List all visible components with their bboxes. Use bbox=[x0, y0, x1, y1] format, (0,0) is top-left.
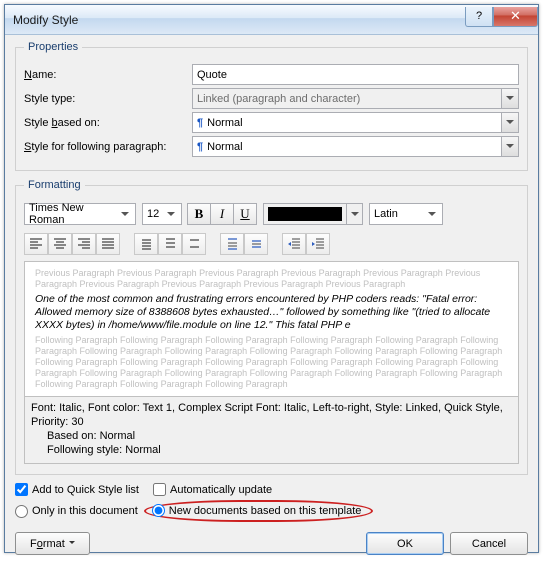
preview-body: One of the most common and frustrating e… bbox=[35, 293, 508, 332]
close-button[interactable]: ✕ bbox=[493, 7, 538, 27]
only-this-document-radio[interactable]: Only in this document bbox=[15, 505, 138, 518]
align-justify-button[interactable] bbox=[96, 233, 120, 255]
space-before-dec-button[interactable] bbox=[244, 233, 268, 255]
chevron-down-icon bbox=[501, 89, 518, 108]
following-label: Style for following paragraph: bbox=[24, 141, 192, 153]
chevron-down-icon[interactable] bbox=[501, 137, 518, 156]
indent-decrease-button[interactable] bbox=[282, 233, 306, 255]
based-on-select[interactable]: ¶Normal bbox=[192, 112, 519, 133]
name-label: Name: bbox=[24, 69, 192, 81]
ok-button[interactable]: OK bbox=[366, 532, 444, 555]
color-swatch bbox=[268, 207, 342, 221]
chevron-down-icon[interactable] bbox=[346, 204, 362, 224]
style-type-select: Linked (paragraph and character) bbox=[192, 88, 519, 109]
format-button[interactable]: Format bbox=[15, 532, 90, 555]
line-spacing-2-button[interactable] bbox=[182, 233, 206, 255]
pilcrow-icon: ¶ bbox=[197, 117, 203, 129]
line-spacing-15-button[interactable] bbox=[158, 233, 182, 255]
chevron-down-icon[interactable] bbox=[425, 209, 438, 220]
script-select[interactable]: Latin bbox=[369, 203, 443, 225]
align-center-button[interactable] bbox=[48, 233, 72, 255]
properties-group: Properties Name: Style type: Linked (par… bbox=[15, 41, 528, 171]
formatting-group: Formatting Times New Roman 12 B I U Lati… bbox=[15, 179, 528, 475]
pilcrow-icon: ¶ bbox=[197, 141, 203, 153]
preview-pane: Previous Paragraph Previous Paragraph Pr… bbox=[24, 261, 519, 397]
properties-legend: Properties bbox=[24, 41, 82, 53]
style-description: Font: Italic, Font color: Text 1, Comple… bbox=[24, 397, 519, 464]
chevron-down-icon[interactable] bbox=[118, 209, 131, 220]
auto-update-checkbox[interactable]: Automatically update bbox=[153, 483, 272, 496]
preview-previous: Previous Paragraph Previous Paragraph Pr… bbox=[35, 268, 508, 290]
chevron-down-icon[interactable] bbox=[501, 113, 518, 132]
highlight-ring: New documents based on this template bbox=[144, 500, 374, 522]
space-before-inc-button[interactable] bbox=[220, 233, 244, 255]
titlebar[interactable]: Modify Style ? ✕ bbox=[5, 5, 538, 35]
font-color-select[interactable] bbox=[263, 203, 363, 225]
name-input[interactable] bbox=[192, 64, 519, 85]
align-left-button[interactable] bbox=[24, 233, 48, 255]
cancel-button[interactable]: Cancel bbox=[450, 532, 528, 555]
style-type-label: Style type: bbox=[24, 93, 192, 105]
align-right-button[interactable] bbox=[72, 233, 96, 255]
new-documents-template-radio[interactable]: New documents based on this template bbox=[152, 504, 362, 517]
line-spacing-1-button[interactable] bbox=[134, 233, 158, 255]
window-title: Modify Style bbox=[13, 13, 465, 27]
italic-button[interactable]: I bbox=[210, 203, 234, 225]
help-button[interactable]: ? bbox=[465, 7, 493, 27]
formatting-legend: Formatting bbox=[24, 179, 85, 191]
chevron-down-icon[interactable] bbox=[164, 209, 177, 220]
chevron-down-icon bbox=[69, 538, 75, 550]
preview-following: Following Paragraph Following Paragraph … bbox=[35, 335, 508, 390]
font-size-select[interactable]: 12 bbox=[142, 203, 182, 225]
add-quick-style-checkbox[interactable]: Add to Quick Style list bbox=[15, 483, 139, 496]
underline-button[interactable]: U bbox=[233, 203, 257, 225]
following-select[interactable]: ¶Normal bbox=[192, 136, 519, 157]
based-on-label: Style based on: bbox=[24, 117, 192, 129]
indent-increase-button[interactable] bbox=[306, 233, 330, 255]
font-family-select[interactable]: Times New Roman bbox=[24, 203, 136, 225]
bold-button[interactable]: B bbox=[187, 203, 211, 225]
modify-style-dialog: Modify Style ? ✕ Properties Name: Style … bbox=[4, 4, 539, 553]
